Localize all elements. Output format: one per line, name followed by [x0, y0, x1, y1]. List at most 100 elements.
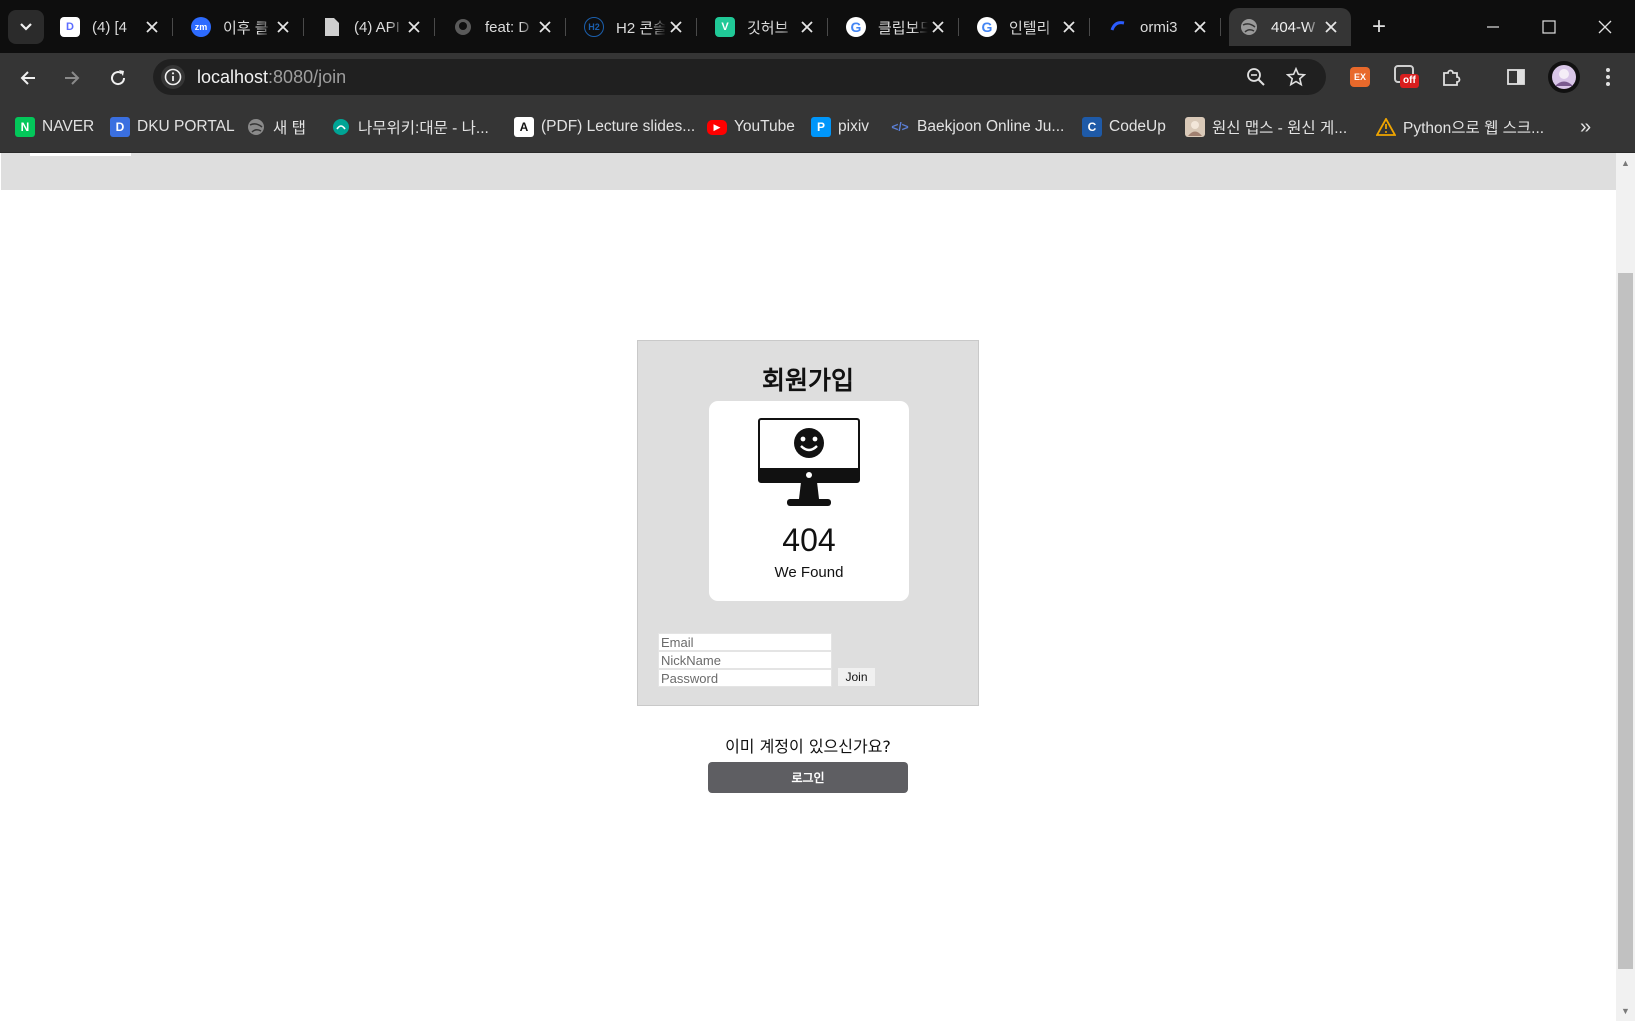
close-icon — [1063, 21, 1075, 33]
tab[interactable]: 404-W — [1229, 8, 1351, 46]
naver-icon: N — [15, 117, 35, 137]
bookmark-item[interactable]: Ppixiv — [811, 115, 869, 139]
forward-button[interactable] — [55, 61, 89, 95]
tab-separator — [827, 18, 828, 36]
error-code: 404 — [782, 522, 836, 558]
tab[interactable]: V 깃허브 — [705, 8, 828, 46]
tab[interactable]: D (4) [4 — [50, 8, 173, 46]
close-tab-button[interactable] — [1321, 17, 1341, 37]
bookmark-label: 원신 맵스 - 원신 게... — [1212, 120, 1348, 137]
bookmark-label: pixiv — [838, 118, 870, 135]
globe-icon — [1239, 17, 1259, 37]
close-tab-button[interactable] — [535, 17, 555, 37]
more-bookmarks-button[interactable]: » — [1580, 115, 1591, 139]
tab-separator — [696, 18, 697, 36]
close-tab-button[interactable] — [928, 17, 948, 37]
close-window-button[interactable] — [1577, 0, 1633, 53]
bookmark-item[interactable]: Python으로 웹 스크... — [1376, 115, 1544, 139]
new-tab-button[interactable]: + — [1364, 12, 1394, 42]
reload-button[interactable] — [101, 61, 135, 95]
bookmark-item[interactable]: C CodeUp — [1082, 115, 1166, 139]
maximize-button[interactable] — [1521, 0, 1577, 53]
tab[interactable]: (4) API — [312, 8, 435, 46]
warning-icon — [1376, 117, 1396, 137]
close-tab-button[interactable] — [1190, 17, 1210, 37]
have-account-text: 이미 계정이 있으신가요? — [725, 737, 891, 756]
page-title: 회원가입 — [761, 366, 854, 395]
extensions-puzzle-icon[interactable] — [1437, 63, 1465, 91]
bookmark-item[interactable]: D DKU PORTAL — [110, 115, 235, 139]
google-icon: G — [977, 17, 997, 37]
email-field[interactable] — [658, 633, 832, 651]
reload-icon — [111, 70, 126, 86]
profile-avatar[interactable] — [1548, 61, 1580, 93]
tab-separator — [565, 18, 566, 36]
bookmark-label: DKU PORTAL — [137, 118, 235, 135]
tab-title: 이후 클 — [223, 19, 269, 37]
close-tab-button[interactable] — [273, 17, 293, 37]
tab-separator — [434, 18, 435, 36]
page-viewport: 회원가입 404 We Found Join 이미 계정이 있으신가요? 로그인 — [1, 153, 1616, 1021]
doc-icon: D — [60, 17, 80, 37]
scroll-down-arrow[interactable]: ▼ — [1620, 1005, 1631, 1016]
browser-menu-button[interactable] — [1594, 63, 1622, 91]
bookmark-item[interactable]: </> Baekjoon Online Ju... — [890, 115, 1064, 139]
close-tab-button[interactable] — [797, 17, 817, 37]
zoom-icon: zm — [191, 17, 211, 37]
password-field[interactable] — [658, 669, 832, 687]
avatar-icon — [1552, 65, 1576, 89]
off-extension-icon[interactable]: off — [1392, 63, 1420, 91]
tab[interactable]: G 인텔리 — [967, 8, 1090, 46]
bookmark-item[interactable]: N NAVER — [15, 115, 94, 139]
tab-separator — [303, 18, 304, 36]
tab-search-button[interactable] — [8, 10, 44, 44]
close-tab-button[interactable] — [404, 17, 424, 37]
vertical-scrollbar[interactable]: ▲ ▼ — [1616, 153, 1635, 1021]
join-card: 회원가입 404 We Found Join — [637, 340, 979, 706]
bookmark-item[interactable]: 새 탭 — [246, 115, 306, 139]
tab[interactable]: zm 이후 클 — [181, 8, 304, 46]
bookmark-label: YouTube — [734, 118, 795, 135]
maximize-icon — [1542, 19, 1556, 34]
scroll-up-arrow[interactable]: ▲ — [1620, 157, 1631, 168]
side-panel-icon[interactable] — [1502, 63, 1530, 91]
close-tab-button[interactable] — [142, 17, 162, 37]
bookmarks-bar: N NAVER D DKU PORTAL 새 탭 나무위키:대문 - 나... A (PDF)… — [0, 101, 1635, 153]
url-text[interactable]: localhost:8080/join — [197, 67, 346, 88]
close-tab-button[interactable] — [1059, 17, 1079, 37]
zoom-icon[interactable] — [1244, 65, 1268, 89]
chevron-down-icon — [20, 23, 32, 31]
bookmark-item[interactable]: A (PDF) Lecture slides... — [514, 115, 695, 139]
tab-title: (4) API — [354, 18, 400, 36]
nickname-field[interactable] — [658, 651, 832, 669]
tab[interactable]: H2 H2 콘솔 — [574, 8, 697, 46]
ex-extension-icon[interactable]: EX — [1346, 63, 1374, 91]
scroll-thumb[interactable] — [1618, 273, 1633, 969]
bookmark-item[interactable]: 나무위키:대문 - 나... — [331, 115, 489, 139]
bookmark-star-icon[interactable] — [1284, 65, 1308, 89]
back-button[interactable] — [11, 61, 45, 95]
bookmark-label: (PDF) Lecture slides... — [541, 118, 696, 135]
tab-title: feat: D — [485, 18, 530, 36]
bookmark-item[interactable]: ▶ YouTube — [707, 115, 795, 139]
tab-title: (4) [4 — [92, 18, 128, 36]
info-icon[interactable] — [161, 65, 185, 89]
bookmark-item[interactable]: 원신 맵스 - 원신 게... — [1185, 115, 1347, 139]
h2-icon: H2 — [584, 17, 604, 37]
minimize-button[interactable] — [1465, 0, 1521, 53]
tab-title: H2 콘솔 — [616, 19, 666, 37]
smiley-monitor-icon — [758, 418, 860, 506]
header-active-indicator — [30, 153, 131, 156]
tab[interactable]: ormi3 — [1098, 8, 1221, 46]
close-tab-button[interactable] — [666, 17, 686, 37]
url-path: :8080/join — [268, 67, 347, 87]
join-button[interactable]: Join — [838, 668, 875, 686]
tab[interactable]: G 클립보드 — [836, 8, 959, 46]
velog-icon: V — [715, 17, 735, 37]
globe-icon — [246, 117, 266, 137]
tab[interactable]: feat: D — [443, 8, 566, 46]
tab-title: 클립보드 — [878, 19, 928, 37]
address-bar[interactable]: localhost:8080/join — [153, 59, 1326, 95]
login-button[interactable]: 로그인 — [708, 762, 908, 793]
ormi-icon — [1108, 17, 1128, 37]
